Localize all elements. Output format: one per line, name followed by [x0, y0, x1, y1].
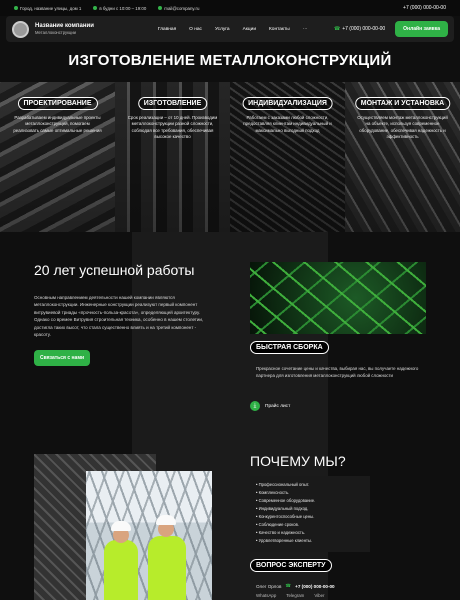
hours-info: в будни с 10:00 – 19:00 — [93, 6, 146, 11]
expert-phone[interactable]: +7 (000) 000-00-00 — [295, 584, 334, 589]
messenger-links: WhatsApp Telegram Viber — [256, 593, 325, 598]
clock-icon — [93, 6, 98, 10]
worker-figure — [104, 540, 138, 600]
email-link[interactable]: mail@company.ru — [164, 6, 199, 11]
address-info: Город, название улицы, дом 1 — [14, 6, 81, 11]
list-item: Современное оборудование. — [256, 497, 364, 505]
nav-phone-text[interactable]: +7 (000) 000-00-00 — [342, 26, 385, 32]
list-item: Индивидуальный подход. — [256, 505, 364, 513]
list-item: Соблюдение сроков. — [256, 521, 364, 529]
nav-item-promo[interactable]: Акции — [243, 27, 256, 32]
worker-figure — [148, 536, 186, 600]
nav-item-home[interactable]: Главная — [158, 27, 176, 32]
service-text: Срок реализации – от 10 дней. Производим… — [127, 115, 218, 140]
list-item: Качество и надежность. — [256, 529, 364, 537]
nav-menu: Главная О нас Услуга Акции Контакты ··· — [158, 27, 308, 32]
service-title: ИНДИВИДУАЛИЗАЦИЯ — [242, 97, 333, 110]
service-title: ИЗГОТОВЛЕНИЕ — [137, 97, 208, 110]
green-structure-image — [250, 262, 426, 334]
phone-icon: ☎ — [285, 583, 292, 588]
brand-block: Название компании Металлоконструкции — [35, 23, 94, 35]
service-text: Разрабатываем индивидуальные проекты мет… — [13, 115, 102, 133]
company-subtitle: Металлоконструкции — [35, 30, 77, 35]
company-name: Название компании — [35, 23, 94, 29]
service-title: ПРОЕКТИРОВАНИЕ — [17, 97, 98, 110]
service-panel-individual[interactable]: ИНДИВИДУАЛИЗАЦИЯ Работаем с заказами люб… — [230, 82, 345, 232]
nav-item-about[interactable]: О нас — [189, 27, 202, 32]
expert-name: Олег Орлов — [256, 583, 282, 589]
online-request-button[interactable]: Онлайн заявка — [395, 21, 448, 37]
helmet-icon — [156, 515, 176, 525]
phone-icon: ☎ — [333, 26, 341, 32]
nav-phone[interactable]: ☎ +7 (000) 000-00-00 — [334, 26, 385, 32]
top-info-bar: Город, название улицы, дом 1 в будни с 1… — [0, 0, 460, 16]
fast-assembly-text: Прекрасное сочетание цены и качества, вы… — [256, 366, 419, 379]
company-logo[interactable] — [12, 20, 29, 38]
nav-more[interactable]: ··· — [303, 27, 308, 32]
why-us-title: ПОЧЕМУ МЫ? — [250, 453, 346, 469]
service-panel-installation[interactable]: МОНТАЖ И УСТАНОВКА Осуществляем монтаж м… — [345, 82, 460, 232]
fast-assembly-tag: БЫСТРАЯ СБОРКА — [250, 341, 329, 354]
list-item: Профессиональный опыт. — [256, 481, 364, 489]
service-panel-production[interactable]: ИЗГОТОВЛЕНИЕ Срок реализации – от 10 дне… — [115, 82, 230, 232]
hours-text: в будни с 10:00 – 19:00 — [99, 5, 147, 11]
service-text: Осуществляем монтаж металлоконструкций н… — [357, 115, 448, 140]
service-panel-design[interactable]: ПРОЕКТИРОВАНИЕ Разрабатываем индивидуаль… — [0, 82, 115, 232]
whatsapp-link[interactable]: WhatsApp — [256, 593, 276, 598]
address-text: Город, название улицы, дом 1 — [20, 5, 82, 11]
main-navbar: Название компании Металлоконструкции Гла… — [6, 16, 454, 42]
expert-contact: Олег Орлов ☎ +7 (000) 000-00-00 — [256, 583, 335, 589]
viber-link[interactable]: Viber — [314, 593, 324, 598]
mail-icon — [158, 6, 163, 10]
workers-photo — [86, 471, 212, 600]
service-text: Работаем с заказами любой сложности, пре… — [243, 115, 332, 133]
location-icon — [14, 6, 18, 10]
email-info[interactable]: mail@company.ru — [158, 6, 199, 11]
price-list-link[interactable]: ⤓ Прайс лист — [250, 401, 290, 411]
hero-title: ИЗГОТОВЛЕНИЕ МЕТАЛЛОКОНСТРУКЦИЙ — [68, 52, 392, 69]
ask-expert-tag[interactable]: ВОПРОС ЭКСПЕРТУ — [250, 559, 332, 572]
list-item: Комплексность. — [256, 489, 364, 497]
topbar-phone[interactable]: +7 (000) 000-00-00 — [403, 5, 446, 11]
about-text: Основным направлением деятельности нашей… — [34, 295, 204, 338]
nav-item-contacts[interactable]: Контакты — [269, 27, 290, 32]
telegram-link[interactable]: Telegram — [286, 593, 304, 598]
service-title: МОНТАЖ И УСТАНОВКА — [354, 97, 451, 110]
contact-us-button[interactable]: Связаться с нами — [34, 350, 91, 366]
download-icon: ⤓ — [250, 401, 260, 411]
nav-item-services[interactable]: Услуга — [215, 27, 230, 32]
list-item: Удовлетворенные клиенты. — [256, 537, 364, 545]
list-item: Конкурентоспособные цены. — [256, 513, 364, 521]
services-panels: ПРОЕКТИРОВАНИЕ Разрабатываем индивидуаль… — [0, 82, 460, 232]
price-list-label[interactable]: Прайс лист — [265, 404, 290, 409]
helmet-icon — [111, 521, 131, 531]
why-us-list: Профессиональный опыт. Комплексность. Со… — [250, 476, 370, 552]
about-title: 20 лет успешной работы — [34, 262, 195, 278]
